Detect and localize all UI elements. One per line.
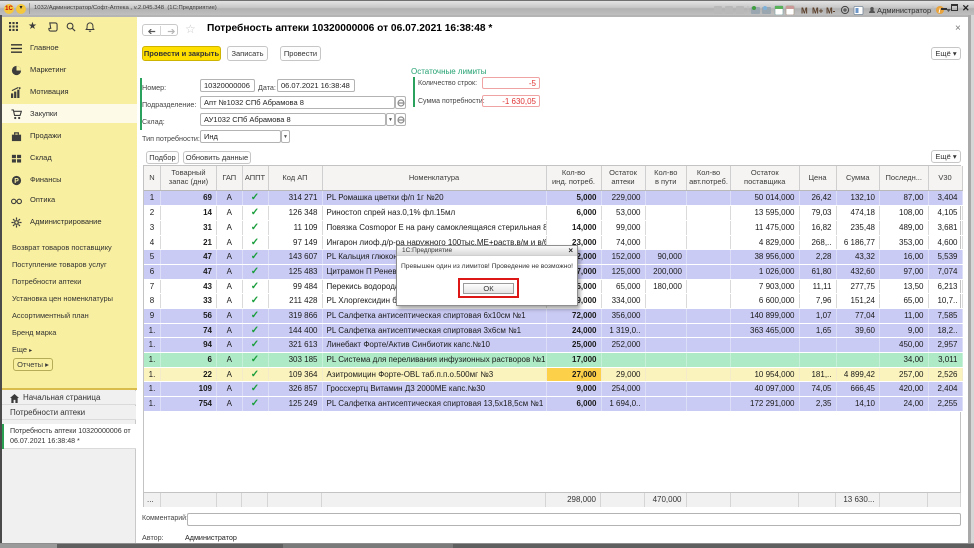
svg-text:Р: Р (14, 177, 19, 184)
svg-text:Администратор: Администратор (877, 6, 931, 15)
